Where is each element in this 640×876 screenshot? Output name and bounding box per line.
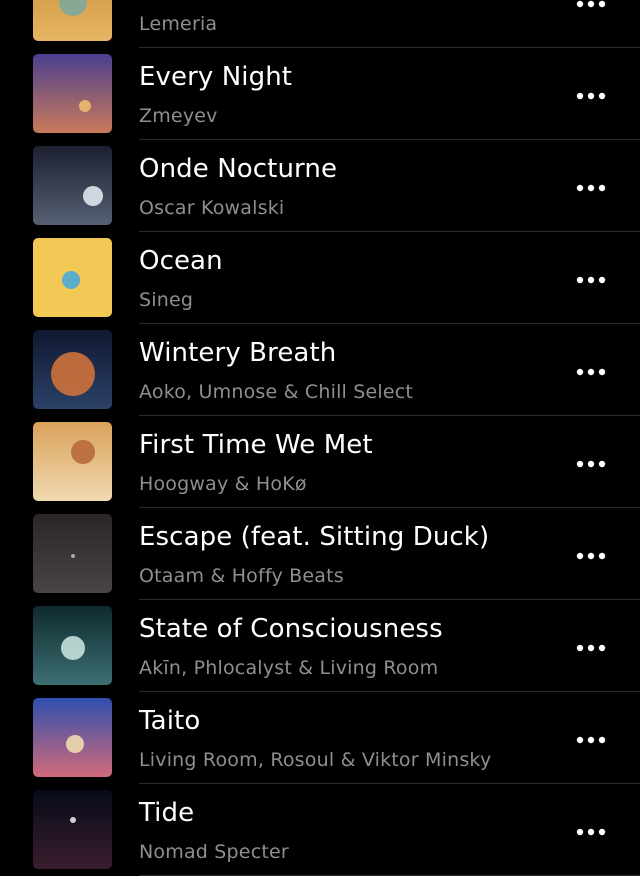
song-title: Onde Nocturne [139, 154, 338, 184]
album-art-image [33, 238, 112, 317]
album-art [33, 238, 112, 317]
album-art [33, 698, 112, 777]
ellipsis-icon [576, 269, 606, 288]
more-options-button[interactable] [574, 265, 608, 291]
song-artist: Hoogway & HoKø [139, 473, 307, 495]
song-artist: Otaam & Hoffy Beats [139, 565, 344, 587]
album-art [33, 146, 112, 225]
song-row[interactable]: Tide Nomad Specter [0, 784, 640, 876]
ellipsis-icon [576, 453, 606, 472]
song-row[interactable]: Every Night Zmeyev [0, 48, 640, 140]
more-options-button[interactable] [574, 0, 608, 15]
song-artist: Aoko, Umnose & Chill Select [139, 381, 414, 403]
album-art-image [33, 146, 112, 225]
album-art [33, 514, 112, 593]
more-options-button[interactable] [574, 817, 608, 843]
more-options-button[interactable] [574, 541, 608, 567]
song-artist: Lemeria [139, 13, 218, 35]
song-artist: Living Room, Rosoul & Viktor Minsky [139, 749, 492, 771]
song-row[interactable]: Taito Living Room, Rosoul & Viktor Minsky [0, 692, 640, 784]
more-options-button[interactable] [574, 449, 608, 475]
song-title: State of Consciousness [139, 614, 443, 644]
more-options-button[interactable] [574, 633, 608, 659]
song-artist: Sineg [139, 289, 194, 311]
song-row[interactable]: Ocean Sineg [0, 232, 640, 324]
ellipsis-icon [576, 637, 606, 656]
album-art [33, 606, 112, 685]
song-artist: Oscar Kowalski [139, 197, 285, 219]
album-art-image [33, 0, 112, 41]
more-options-button[interactable] [574, 725, 608, 751]
ellipsis-icon [576, 821, 606, 840]
ellipsis-icon [576, 177, 606, 196]
song-artist: Nomad Specter [139, 841, 289, 863]
song-title: Tide [139, 798, 195, 828]
album-art-image [33, 330, 112, 409]
song-row[interactable]: First Time We Met Hoogway & HoKø [0, 416, 640, 508]
song-title: Ocean [139, 246, 223, 276]
song-title: Escape (feat. Sitting Duck) [139, 522, 490, 552]
more-options-button[interactable] [574, 357, 608, 383]
song-artist: Akīn, Phlocalyst & Living Room [139, 657, 439, 679]
album-art [33, 54, 112, 133]
song-title: Taito [139, 706, 201, 736]
album-art-image [33, 54, 112, 133]
album-art [33, 0, 112, 41]
ellipsis-icon [576, 85, 606, 104]
more-options-button[interactable] [574, 81, 608, 107]
song-row[interactable]: Wintery Breath Aoko, Umnose & Chill Selec… [0, 324, 640, 416]
ellipsis-icon [576, 0, 606, 12]
album-art-image [33, 606, 112, 685]
song-list: Late Night TrainLemeria Every Night Zmeyev… [0, 0, 640, 876]
album-art [33, 790, 112, 869]
ellipsis-icon [576, 361, 606, 380]
ellipsis-icon [576, 545, 606, 564]
song-title: First Time We Met [139, 430, 373, 460]
more-options-button[interactable] [574, 173, 608, 199]
album-art-image [33, 790, 112, 869]
album-art [33, 422, 112, 501]
ellipsis-icon [576, 729, 606, 748]
song-title: Every Night [139, 62, 293, 92]
album-art-image [33, 514, 112, 593]
song-row[interactable]: Late Night TrainLemeria [0, 0, 640, 48]
song-title: Wintery Breath [139, 338, 337, 368]
album-art [33, 330, 112, 409]
song-row[interactable]: State of Consciousness Akīn, Phlocalyst &… [0, 600, 640, 692]
album-art-image [33, 422, 112, 501]
album-art-image [33, 698, 112, 777]
song-artist: Zmeyev [139, 105, 218, 127]
song-row[interactable]: Escape (feat. Sitting Duck) Otaam & Hoffy… [0, 508, 640, 600]
song-row[interactable]: Onde Nocturne Oscar Kowalski [0, 140, 640, 232]
